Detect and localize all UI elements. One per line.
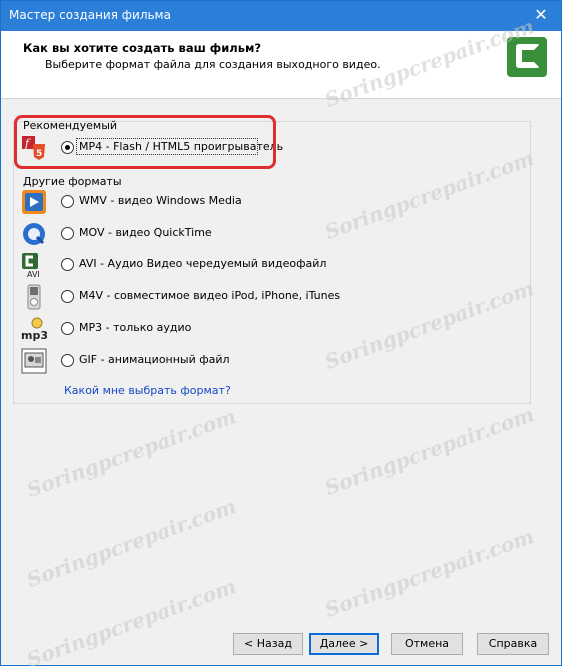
- cancel-button[interactable]: Отмена: [391, 633, 463, 655]
- watermark-text: Soringpcrepair.com: [321, 401, 538, 501]
- wmv-label: WMV - видео Windows Media: [79, 194, 242, 207]
- watermark-text: Soringpcrepair.com: [23, 493, 240, 593]
- mov-radio[interactable]: [61, 227, 74, 240]
- svg-text:mp3: mp3: [21, 329, 47, 342]
- ipod-icon: [27, 284, 41, 310]
- windows-media-icon: [22, 190, 46, 214]
- window-title: Мастер создания фильма: [9, 8, 171, 22]
- gif-icon: [21, 348, 47, 374]
- svg-text:AVI: AVI: [27, 270, 40, 278]
- gif-label: GIF - анимационный файл: [79, 353, 230, 366]
- wizard-header: Как вы хотите создать ваш фильм? Выберит…: [1, 31, 561, 99]
- gif-radio[interactable]: [61, 354, 74, 367]
- highlight-frame: [14, 115, 276, 169]
- movie-wizard-window: Мастер создания фильма ✕ Как вы хотите с…: [0, 0, 562, 666]
- other-formats-label: Другие форматы: [23, 175, 122, 188]
- quicktime-icon: [23, 223, 45, 245]
- format-help-link[interactable]: Какой мне выбрать формат?: [64, 384, 231, 397]
- title-bar[interactable]: Мастер создания фильма ✕: [1, 1, 561, 31]
- mp3-radio[interactable]: [61, 322, 74, 335]
- m4v-label: M4V - совместимое видео iPod, iPhone, iT…: [79, 289, 341, 302]
- help-button[interactable]: Справка: [477, 633, 549, 655]
- watermark-text: Soringpcrepair.com: [23, 403, 240, 503]
- mp3-icon: mp3: [21, 317, 47, 342]
- camtasia-logo-icon: [507, 37, 547, 77]
- avi-label: AVI - Аудио Видео чередуемый видеофайл: [79, 257, 327, 270]
- mp3-label: MP3 - только аудио: [79, 321, 192, 334]
- watermark-text: Soringpcrepair.com: [23, 573, 240, 666]
- wmv-radio[interactable]: [61, 195, 74, 208]
- next-button[interactable]: Далее >: [309, 633, 379, 655]
- avi-icon: AVI: [22, 253, 40, 278]
- avi-radio[interactable]: [61, 258, 74, 271]
- close-icon[interactable]: ✕: [525, 1, 557, 29]
- watermark-text: Soringpcrepair.com: [321, 523, 538, 623]
- page-title: Как вы хотите создать ваш фильм?: [23, 41, 262, 55]
- m4v-radio[interactable]: [61, 290, 74, 303]
- page-subtitle: Выберите формат файла для создания выход…: [45, 58, 381, 71]
- mov-label: MOV - видео QuickTime: [79, 226, 212, 239]
- back-button[interactable]: < Назад: [233, 633, 303, 655]
